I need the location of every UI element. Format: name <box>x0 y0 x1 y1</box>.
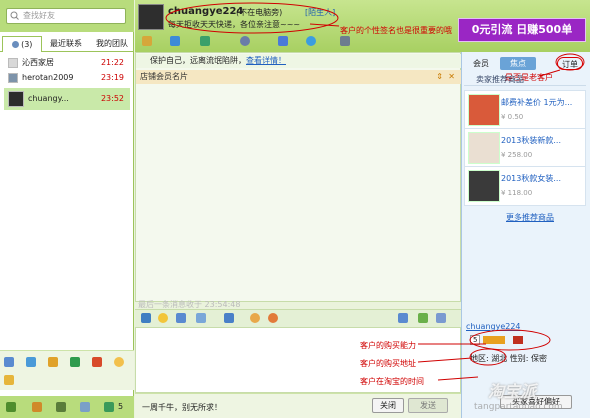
annotation-overlay <box>165 2 585 381</box>
